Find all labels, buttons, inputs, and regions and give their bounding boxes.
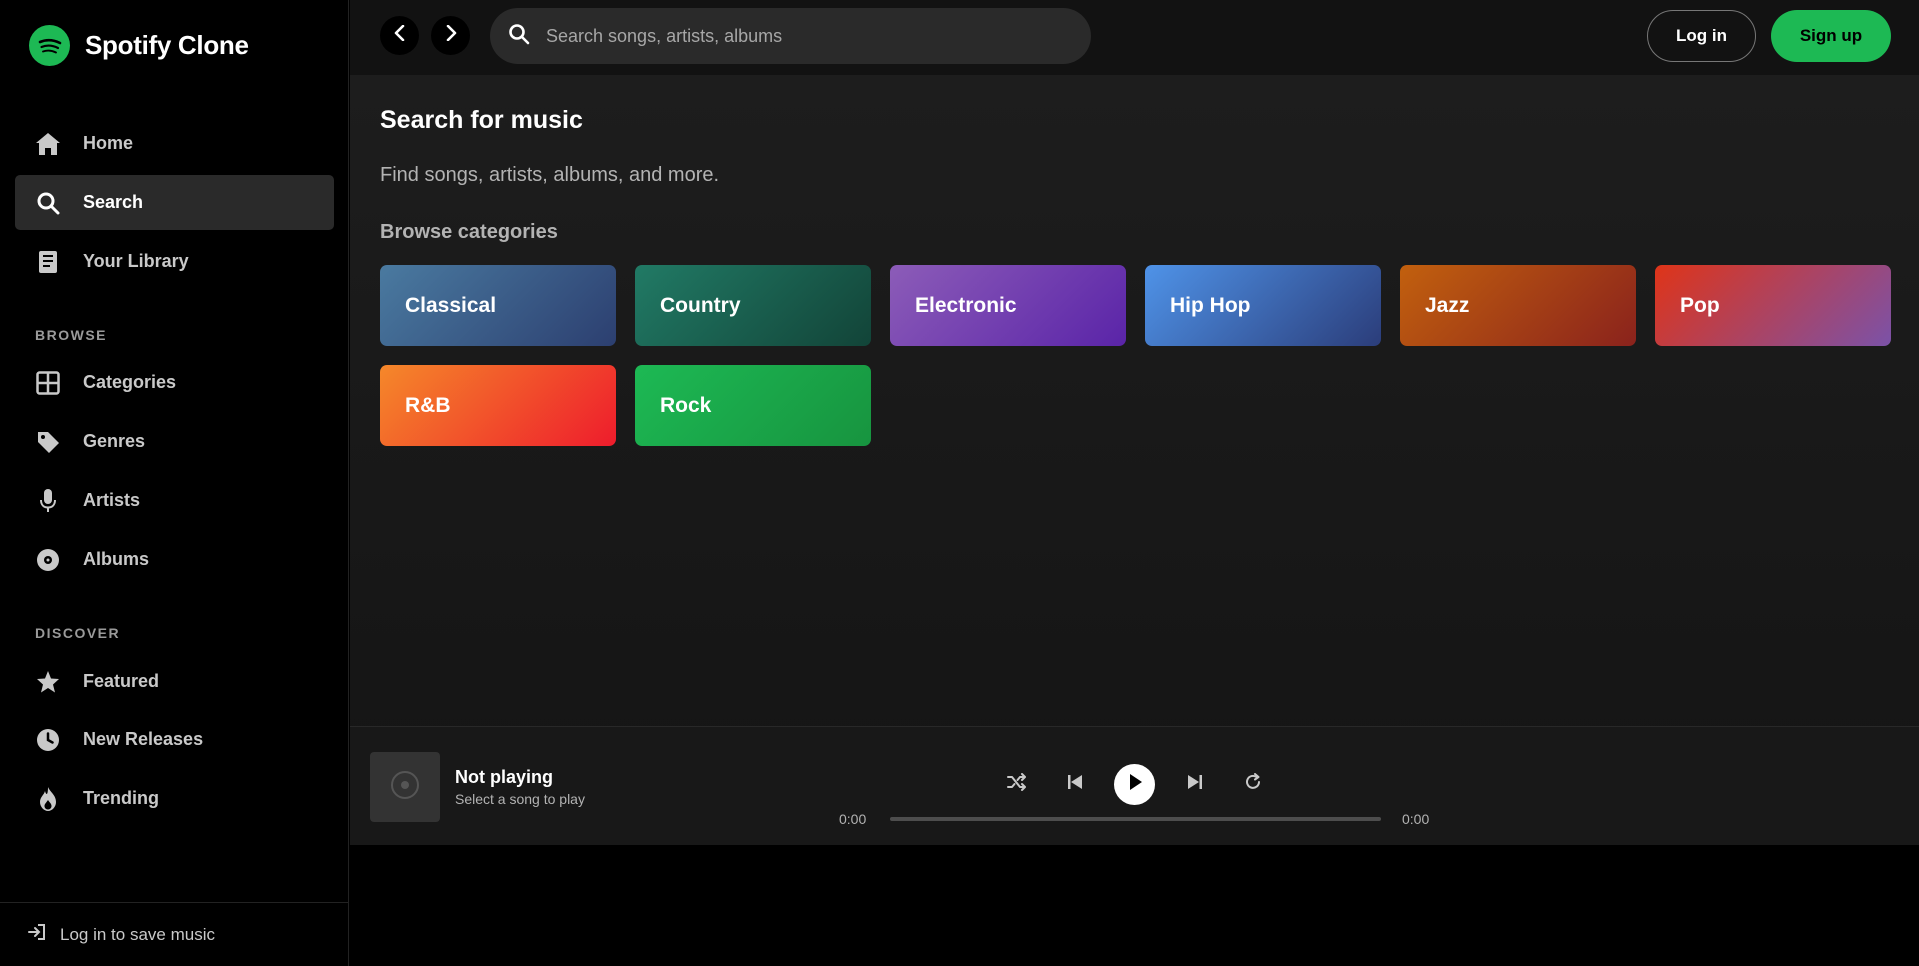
library-icon — [35, 249, 61, 275]
sidebar-item-label: Home — [83, 133, 134, 153]
sidebar-item-home[interactable]: Home — [15, 116, 334, 171]
microphone-icon — [35, 488, 61, 514]
sidebar: Spotify Clone Home Search Your Library B… — [0, 0, 349, 966]
page-title: Search for music — [380, 106, 583, 134]
skip-back-icon — [1067, 774, 1083, 795]
logo[interactable]: Spotify Clone — [29, 25, 249, 66]
sidebar-item-label: Search — [83, 192, 144, 212]
sidebar-item-new-releases[interactable]: New Releases — [15, 712, 334, 767]
star-icon — [35, 669, 61, 695]
shuffle-button[interactable] — [1002, 769, 1032, 799]
app: Spotify Clone Home Search Your Library B… — [0, 0, 1919, 966]
sidebar-item-label: Categories — [83, 372, 177, 392]
clock-icon — [35, 727, 61, 753]
previous-button[interactable] — [1060, 769, 1090, 799]
current-time: 0:00 — [839, 811, 867, 827]
category-card-electronic[interactable]: Electronic — [890, 265, 1126, 346]
chevron-left-icon — [393, 24, 407, 46]
brand-name: Spotify Clone — [85, 30, 249, 60]
sidebar-item-genres[interactable]: Genres — [15, 414, 334, 469]
home-icon — [35, 131, 61, 157]
category-card-classical[interactable]: Classical — [380, 265, 616, 346]
search-icon — [508, 23, 530, 50]
login-to-save-link[interactable]: Log in to save music — [0, 902, 349, 966]
signup-button[interactable]: Sign up — [1771, 10, 1891, 62]
forward-button[interactable] — [431, 16, 470, 55]
category-card-hip-hop[interactable]: Hip Hop — [1145, 265, 1381, 346]
play-icon — [1127, 773, 1143, 796]
track-title: Not playing — [455, 767, 553, 787]
sidebar-item-albums[interactable]: Albums — [15, 532, 334, 587]
repeat-icon — [1244, 772, 1262, 796]
login-button[interactable]: Log in — [1647, 10, 1756, 62]
sidebar-item-label: Trending — [83, 788, 159, 808]
sidebar-item-featured[interactable]: Featured — [15, 654, 334, 709]
browse-heading: BROWSE — [35, 327, 107, 343]
sidebar-item-label: Your Library — [83, 251, 189, 271]
page-subtitle: Find songs, artists, albums, and more. — [380, 164, 720, 186]
sidebar-item-artists[interactable]: Artists — [15, 473, 334, 528]
album-art-placeholder — [370, 752, 440, 822]
sidebar-item-label: Artists — [83, 490, 141, 510]
grid-icon — [35, 370, 61, 396]
sidebar-item-categories[interactable]: Categories — [15, 355, 334, 410]
discover-heading: DISCOVER — [35, 625, 121, 641]
sidebar-item-search[interactable]: Search — [15, 175, 334, 230]
sign-in-icon — [28, 923, 46, 946]
sidebar-item-library[interactable]: Your Library — [15, 234, 334, 289]
search-box[interactable] — [490, 8, 1091, 64]
category-card-rock[interactable]: Rock — [635, 365, 871, 446]
spotify-logo-icon — [29, 25, 70, 66]
repeat-button[interactable] — [1238, 769, 1268, 799]
sidebar-item-label: Genres — [83, 431, 146, 451]
search-input[interactable] — [546, 25, 1066, 47]
back-button[interactable] — [380, 16, 419, 55]
sidebar-item-label: Featured — [83, 671, 160, 691]
section-title: Browse categories — [380, 221, 558, 243]
total-time: 0:00 — [1402, 811, 1430, 827]
sidebar-item-label: Albums — [83, 549, 150, 569]
disc-icon — [390, 770, 420, 805]
category-card-jazz[interactable]: Jazz — [1400, 265, 1636, 346]
progress-bar[interactable] — [890, 817, 1381, 821]
search-icon — [35, 190, 61, 216]
shuffle-icon — [1007, 772, 1027, 796]
play-button[interactable] — [1114, 764, 1155, 805]
next-button[interactable] — [1180, 769, 1210, 799]
topbar: Log in Sign up — [350, 0, 1919, 75]
fire-icon — [35, 786, 61, 812]
disc-icon — [35, 547, 61, 573]
player-bar: Not playing Select a song to play 0:00 0… — [350, 726, 1919, 845]
sidebar-item-trending[interactable]: Trending — [15, 771, 334, 826]
main-content: Log in Sign up Search for music Find son… — [350, 0, 1919, 845]
track-subtitle: Select a song to play — [455, 791, 585, 807]
chevron-right-icon — [444, 24, 458, 46]
tag-icon — [35, 429, 61, 455]
sidebar-item-label: New Releases — [83, 729, 204, 749]
footer-label: Log in to save music — [60, 924, 215, 944]
skip-forward-icon — [1187, 774, 1203, 795]
category-card-pop[interactable]: Pop — [1655, 265, 1891, 346]
category-card-country[interactable]: Country — [635, 265, 871, 346]
category-card-rnb[interactable]: R&B — [380, 365, 616, 446]
